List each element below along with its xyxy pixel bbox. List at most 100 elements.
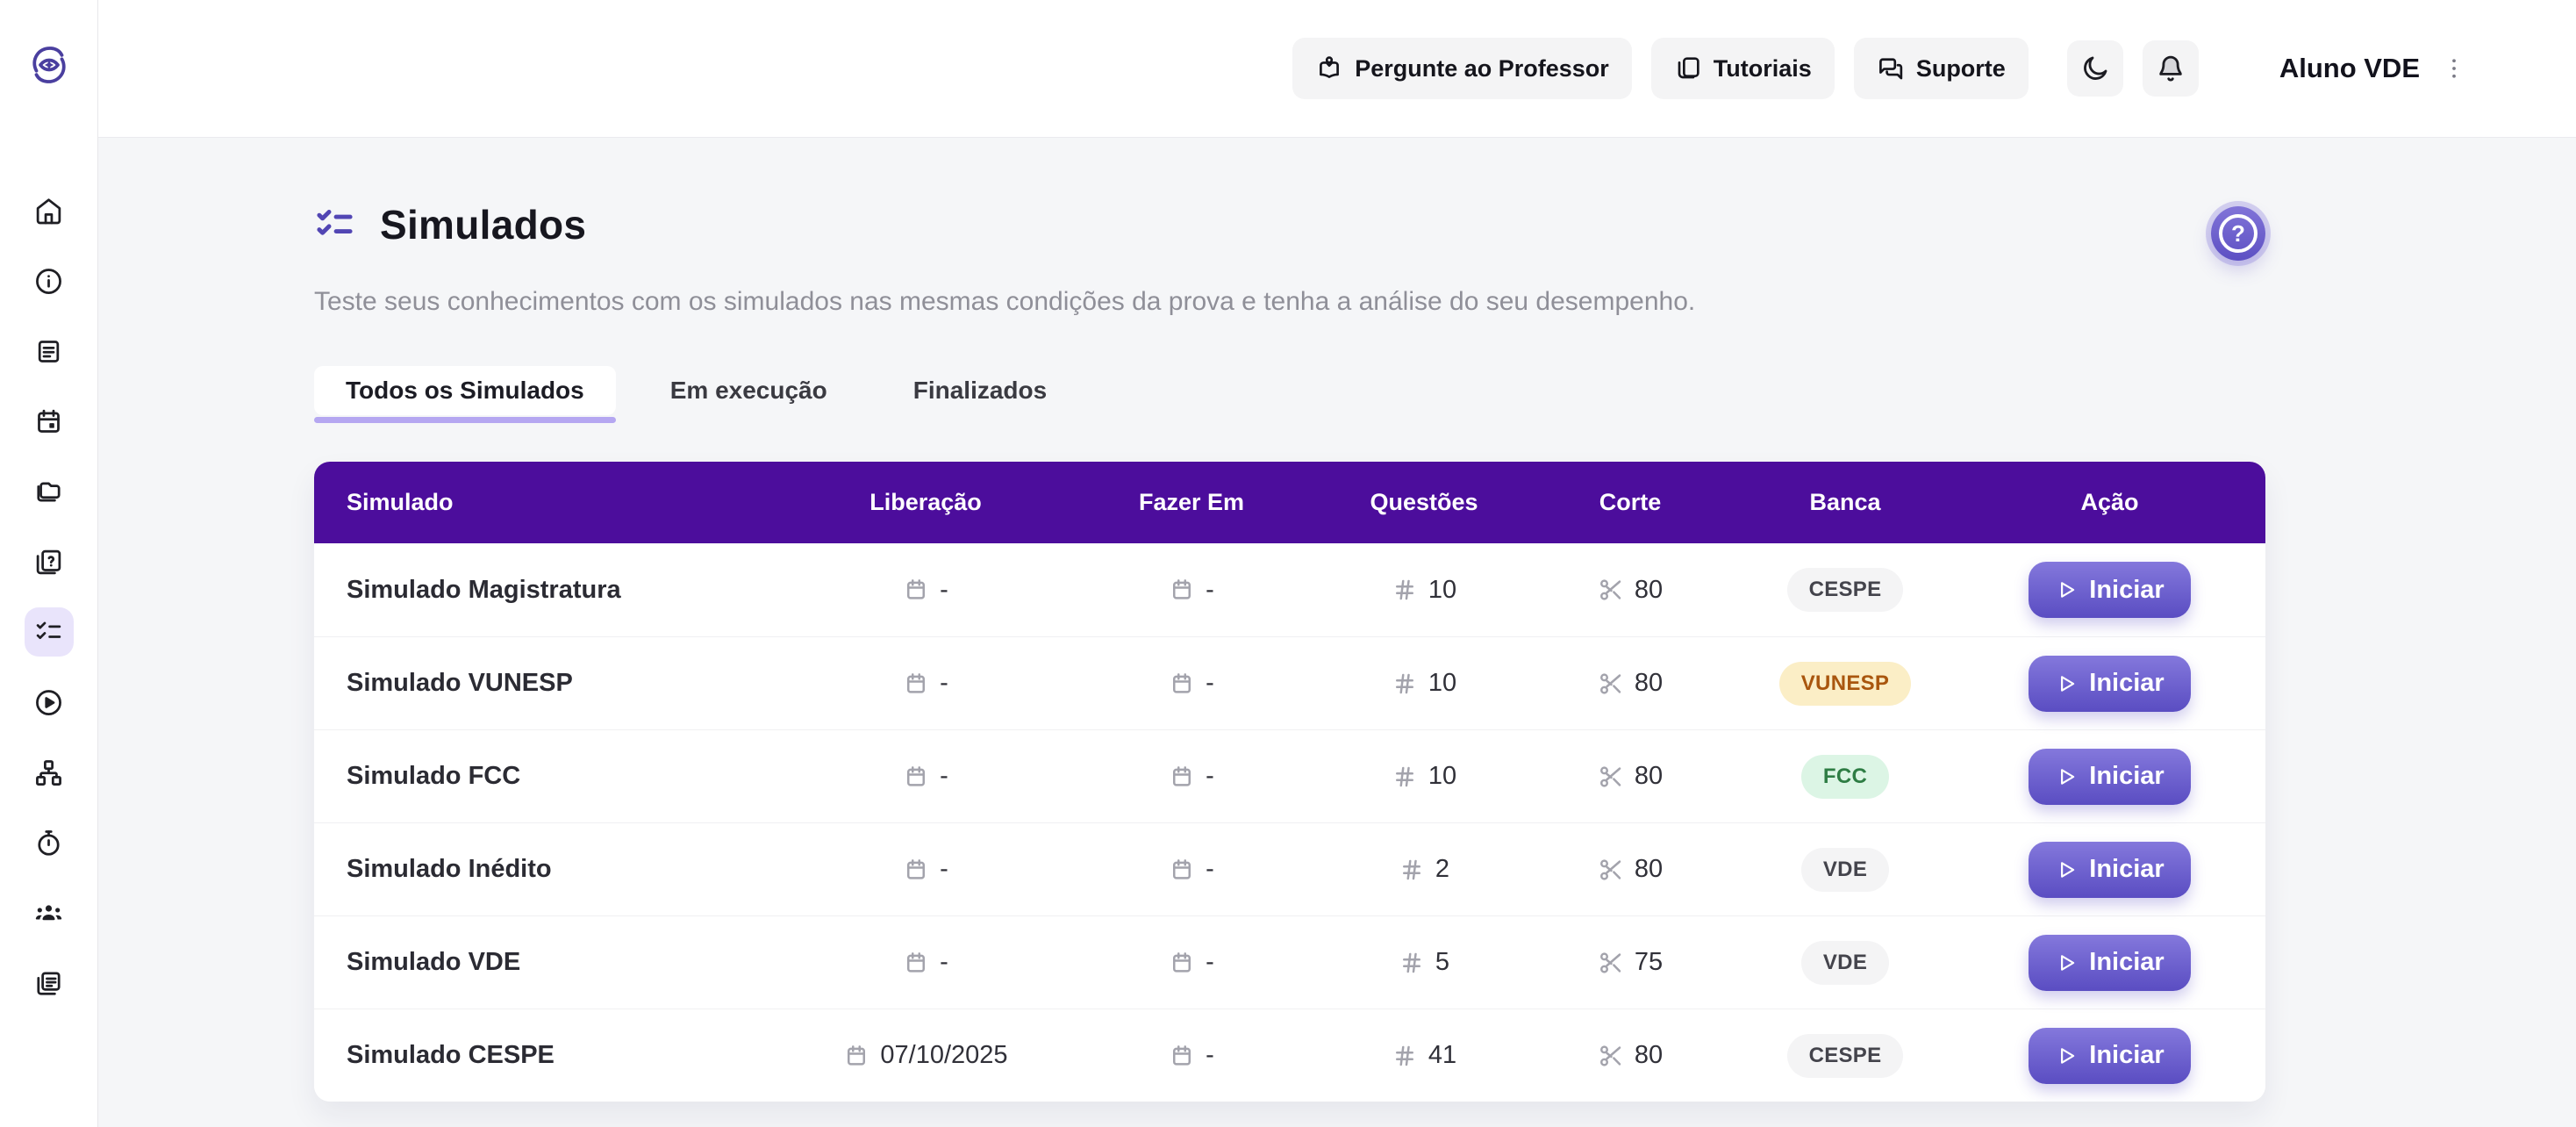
timer-icon <box>34 829 63 858</box>
topbar-button-suporte[interactable]: Suporte <box>1854 38 2029 99</box>
sidebar-item-timer[interactable] <box>25 818 74 867</box>
help-button[interactable]: ? <box>2211 206 2265 261</box>
iniciar-label: Iniciar <box>2089 1041 2164 1070</box>
main-content: Simulados ? Teste seus conhecimentos com… <box>98 138 2576 1127</box>
liberacao-value: 07/10/2025 <box>880 1041 1007 1070</box>
banca-cell: VUNESP <box>1736 662 1954 706</box>
banca-cell: CESPE <box>1736 568 1954 612</box>
fazer-em-value: - <box>1206 669 1214 698</box>
sidebar-item-network[interactable] <box>25 748 74 797</box>
column-header-acao: Ação <box>1954 489 2265 516</box>
simulado-name: Simulado VUNESP <box>314 669 792 698</box>
title-icon-slot <box>314 205 355 246</box>
moon-button[interactable] <box>2067 40 2123 97</box>
sidebar-item-home[interactable] <box>25 186 74 235</box>
liberacao-cell: - <box>792 576 1059 605</box>
liberacao-cell: - <box>792 762 1059 791</box>
sidebar-item-folders[interactable] <box>25 467 74 516</box>
topbar-button-tutoriais[interactable]: Tutoriais <box>1651 38 1835 99</box>
bell-button[interactable] <box>2143 40 2199 97</box>
iniciar-label: Iniciar <box>2089 948 2164 977</box>
table-row: Simulado CESPE 07/10/2025 - 41 80 CESPE … <box>314 1009 2265 1102</box>
corte-cell: 80 <box>1524 1041 1736 1070</box>
calendar-cell-icon <box>903 577 929 603</box>
sidebar-item-info[interactable] <box>25 256 74 305</box>
acao-cell: Iniciar <box>1954 562 2265 618</box>
acao-cell: Iniciar <box>1954 935 2265 991</box>
table-row: Simulado VUNESP - - 10 80 VUNESP Iniciar <box>314 636 2265 729</box>
page-title: Simulados <box>380 201 586 248</box>
table-body: Simulado Magistratura - - 10 80 CESPE In… <box>314 543 2265 1102</box>
file-text-icon <box>34 337 63 366</box>
banca-badge: FCC <box>1801 755 1889 799</box>
questoes-value: 10 <box>1428 762 1456 791</box>
list-checks-icon <box>34 618 63 647</box>
questoes-cell: 10 <box>1324 669 1524 698</box>
bell-icon <box>2156 54 2186 83</box>
acao-cell: Iniciar <box>1954 1028 2265 1084</box>
hash-icon <box>1399 950 1425 976</box>
calendar-icon <box>34 407 63 436</box>
kebab-menu-button[interactable] <box>2441 49 2472 88</box>
questoes-cell: 5 <box>1324 948 1524 977</box>
fazer-em-value: - <box>1206 948 1214 977</box>
topbar-button-label: Pergunte ao Professor <box>1355 55 1609 83</box>
play-icon <box>2055 672 2078 695</box>
scissors-icon <box>1598 857 1624 883</box>
banca-badge: VDE <box>1801 941 1889 985</box>
topbar-button-pergunte-ao-professor[interactable]: Pergunte ao Professor <box>1292 38 1632 99</box>
iniciar-button[interactable]: Iniciar <box>2029 562 2190 618</box>
brand-logo-icon <box>24 33 75 97</box>
calendar-cell-icon <box>903 950 929 976</box>
tab-em-execucao[interactable]: Em execução <box>639 366 859 415</box>
acao-cell: Iniciar <box>1954 842 2265 898</box>
banca-cell: FCC <box>1736 755 1954 799</box>
questoes-value: 10 <box>1428 576 1456 605</box>
corte-value: 80 <box>1635 1041 1663 1070</box>
hash-icon <box>1399 857 1425 883</box>
topbar-icon-buttons <box>2067 40 2199 97</box>
liberacao-cell: - <box>792 948 1059 977</box>
book-user-icon <box>1315 54 1343 83</box>
hash-icon <box>1392 764 1418 790</box>
hash-icon <box>1392 577 1418 603</box>
sidebar-item-calendar[interactable] <box>25 397 74 446</box>
moon-icon <box>2080 54 2110 83</box>
banca-cell: VDE <box>1736 941 1954 985</box>
scissors-icon <box>1598 764 1624 790</box>
info-icon <box>34 267 63 296</box>
play-circle-icon <box>34 688 63 717</box>
calendar-cell-icon <box>1169 857 1195 883</box>
corte-value: 80 <box>1635 855 1663 884</box>
calendar-cell-icon <box>903 764 929 790</box>
scissors-icon <box>1598 950 1624 976</box>
play-icon <box>2055 765 2078 788</box>
banca-cell: CESPE <box>1736 1034 1954 1078</box>
scissors-icon <box>1598 671 1624 697</box>
library-icon <box>34 969 63 998</box>
messages-icon <box>1877 54 1905 83</box>
sidebar-item-users[interactable] <box>25 888 74 937</box>
iniciar-label: Iniciar <box>2089 576 2164 605</box>
questoes-cell: 10 <box>1324 576 1524 605</box>
corte-value: 75 <box>1635 948 1663 977</box>
iniciar-button[interactable]: Iniciar <box>2029 749 2190 805</box>
tab-todos-os-simulados[interactable]: Todos os Simulados <box>314 366 616 415</box>
tab-finalizados[interactable]: Finalizados <box>882 366 1078 415</box>
iniciar-button[interactable]: Iniciar <box>2029 1028 2190 1084</box>
topbar: Pergunte ao ProfessorTutoriaisSuporte Al… <box>98 0 2576 138</box>
banca-badge: VUNESP <box>1779 662 1912 706</box>
sidebar-item-play-circle[interactable] <box>25 678 74 727</box>
questoes-value: 2 <box>1435 855 1449 884</box>
sidebar-item-file-question[interactable] <box>25 537 74 586</box>
iniciar-button[interactable]: Iniciar <box>2029 842 2190 898</box>
corte-cell: 80 <box>1524 669 1736 698</box>
table-header: SimuladoLiberaçãoFazer EmQuestõesCorteBa… <box>314 462 2265 543</box>
sidebar-item-file-text[interactable] <box>25 327 74 376</box>
calendar-cell-icon <box>903 857 929 883</box>
iniciar-button[interactable]: Iniciar <box>2029 935 2190 991</box>
simulado-name: Simulado FCC <box>314 762 792 791</box>
sidebar-item-library[interactable] <box>25 958 74 1008</box>
sidebar-item-list-checks[interactable] <box>25 607 74 657</box>
iniciar-button[interactable]: Iniciar <box>2029 656 2190 712</box>
